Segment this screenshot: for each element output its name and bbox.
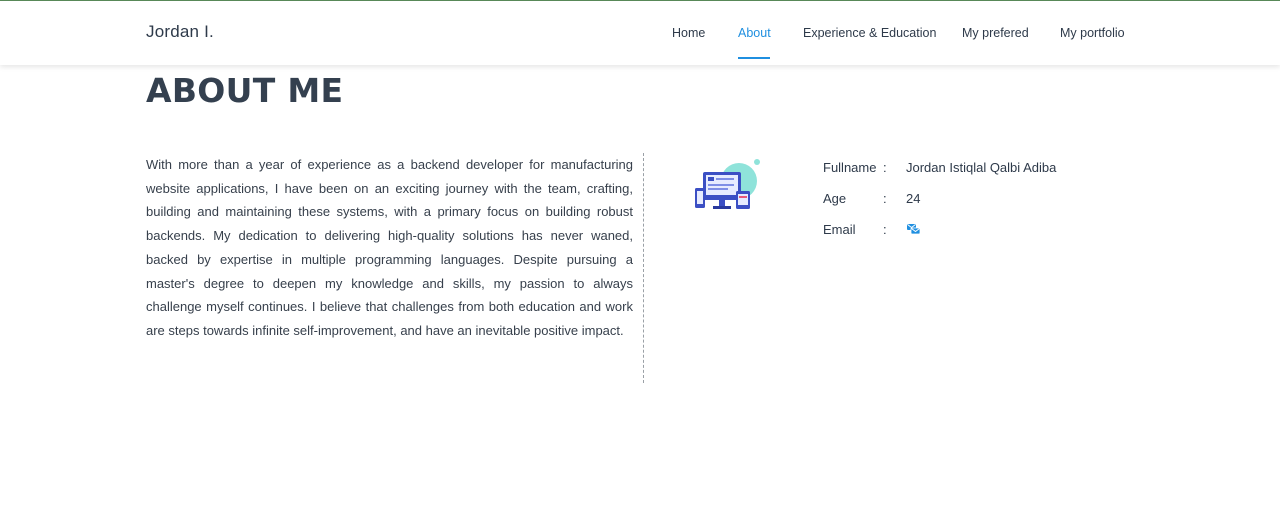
fullname-label: Fullname [823, 160, 877, 175]
navbar: Jordan I. Home About Experience & Educat… [0, 1, 1280, 65]
age-separator: : [883, 191, 887, 206]
age-value: 24 [906, 191, 921, 206]
nav-about[interactable]: About [738, 26, 771, 40]
email-separator: : [883, 222, 887, 237]
nav-home[interactable]: Home [672, 26, 705, 40]
fullname-value: Jordan Istiqlal Qalbi Adiba [906, 160, 1057, 175]
section-divider [643, 153, 644, 383]
age-label: Age [823, 191, 847, 206]
devices-illustration-icon [695, 159, 760, 209]
email-link-icon[interactable] [906, 222, 921, 236]
active-tab-indicator [738, 57, 770, 59]
nav-experience-education[interactable]: Experience & Education [803, 26, 936, 40]
nav-my-prefered[interactable]: My prefered [962, 26, 1029, 40]
page-title: ABOUT ME [146, 71, 344, 110]
email-label: Email [823, 222, 856, 237]
nav-my-portfolio[interactable]: My portfolio [1060, 26, 1125, 40]
about-description: With more than a year of experience as a… [146, 157, 633, 338]
brand-logo[interactable]: Jordan I. [146, 22, 214, 42]
fullname-separator: : [883, 160, 887, 175]
